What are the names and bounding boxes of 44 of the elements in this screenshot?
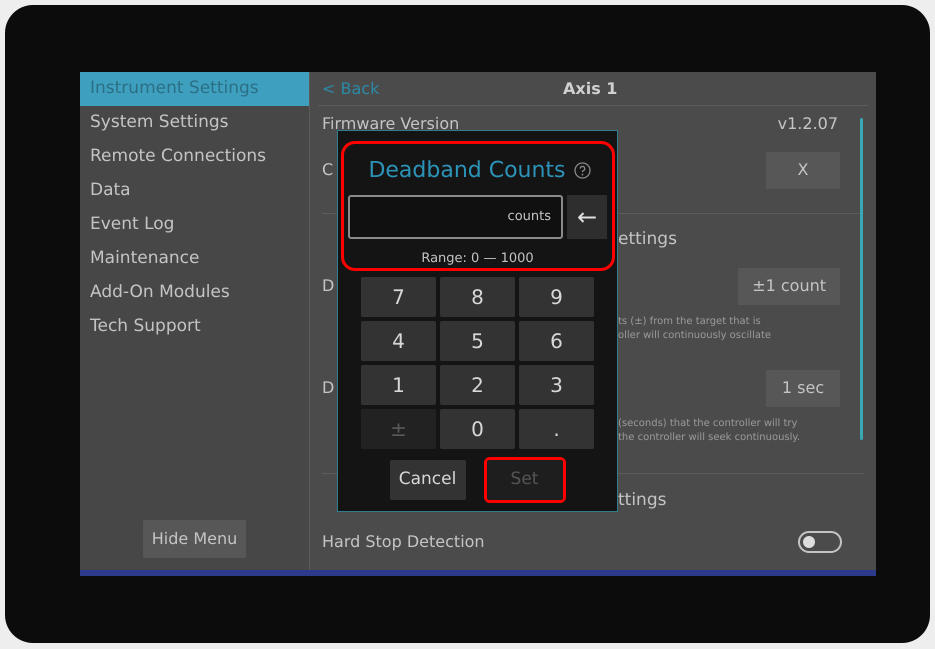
sidebar-item[interactable]: Add-On Modules [80, 276, 309, 310]
sidebar-item[interactable]: Tech Support [80, 310, 309, 344]
sidebar-item[interactable]: Event Log [80, 208, 309, 242]
setting-label: D [322, 377, 334, 399]
keypad-key[interactable]: 3 [519, 365, 594, 405]
sidebar-item[interactable]: System Settings [80, 106, 309, 140]
keypad-key[interactable]: 7 [361, 277, 436, 317]
range-text: Range: 0 — 1000 [421, 250, 534, 268]
scrollbar[interactable] [860, 118, 863, 440]
keypad-key[interactable]: 1 [361, 365, 436, 405]
section-heading: ettings [618, 228, 677, 251]
description-text: oller will continuously oscillate [618, 329, 772, 343]
input-field[interactable]: counts [348, 195, 563, 239]
section-heading: ttings [618, 488, 666, 512]
hide-menu-button[interactable]: Hide Menu [143, 520, 246, 558]
sidebar-item[interactable]: Maintenance [80, 242, 309, 276]
setting-label: C [322, 159, 334, 181]
keypad-key[interactable]: 0 [440, 409, 515, 449]
backspace-button[interactable]: ← [567, 195, 607, 239]
description-text: ts (±) from the target that is [618, 315, 762, 329]
keypad-key[interactable]: 6 [519, 321, 594, 361]
dialog-title: Deadband Counts [368, 157, 566, 185]
setting-label: Hard Stop Detection [322, 531, 485, 553]
value-button[interactable]: ±1 count [738, 268, 840, 304]
sidebar-item[interactable]: Data [80, 174, 309, 208]
value-button[interactable]: 1 sec [766, 370, 840, 406]
dialog-button[interactable]: Cancel [390, 460, 466, 500]
description-text: the controller will seek continuously. [618, 431, 802, 445]
description-text: (seconds) that the controller will try [618, 417, 798, 431]
page-title: Axis 1 [563, 78, 618, 100]
keypad-key[interactable]: 5 [440, 321, 515, 361]
sidebar-item[interactable]: Remote Connections [80, 140, 309, 174]
keypad-key[interactable]: 4 [361, 321, 436, 361]
setting-label: Firmware Version [322, 115, 460, 133]
keypad-key[interactable]: . [519, 409, 594, 449]
unit-label: counts [508, 208, 551, 226]
toggle-switch[interactable] [798, 531, 842, 553]
setting-label: D [322, 275, 334, 297]
setting-value: v1.2.07 [778, 115, 838, 133]
value-button[interactable]: X [766, 152, 840, 188]
keypad-key[interactable]: 9 [519, 277, 594, 317]
keypad-key[interactable]: 2 [440, 365, 515, 405]
help-icon[interactable] [574, 162, 591, 179]
keypad-key[interactable]: 8 [440, 277, 515, 317]
